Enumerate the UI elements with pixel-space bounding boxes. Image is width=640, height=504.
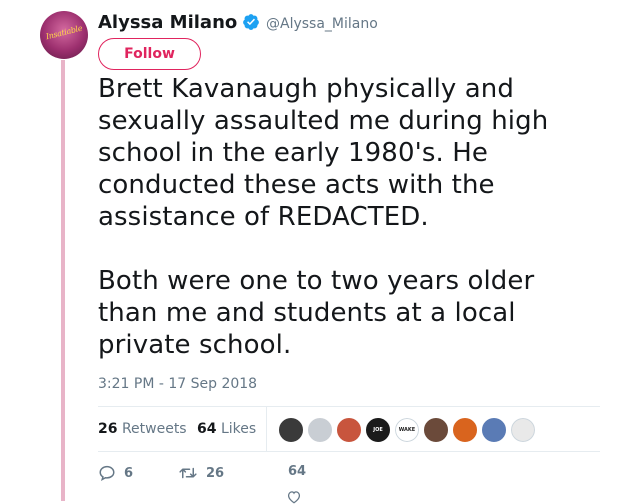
- retweet-action[interactable]: 26: [178, 464, 224, 488]
- follow-button[interactable]: Follow: [98, 38, 201, 70]
- liker-avatar[interactable]: JOE: [365, 417, 391, 443]
- avatar[interactable]: Insatiable: [40, 11, 88, 59]
- liker-avatar[interactable]: [423, 417, 449, 443]
- retweet-count: 26: [206, 465, 225, 481]
- retweets-count: 26: [98, 421, 118, 437]
- verified-badge-icon: [243, 14, 259, 30]
- retweets-label: Retweets: [121, 421, 187, 437]
- liker-avatar[interactable]: [278, 417, 304, 443]
- user-handle[interactable]: @Alyssa_Milano: [266, 16, 378, 32]
- retweets-stat[interactable]: 26 Retweets: [98, 421, 187, 437]
- liker-avatar[interactable]: [452, 417, 478, 443]
- reply-icon: [99, 465, 115, 482]
- tweet-paragraph-2: Both were one to two years older than me…: [98, 266, 535, 360]
- likes-stat[interactable]: 64 Likes: [197, 421, 256, 437]
- liker-avatar[interactable]: [510, 417, 536, 443]
- stats-row: 26 Retweets 64 Likes JOEWAKE UP: [98, 406, 600, 452]
- liker-avatar[interactable]: WAKE UP: [394, 417, 420, 443]
- reply-action[interactable]: 6: [98, 464, 133, 488]
- liker-avatar[interactable]: [336, 417, 362, 443]
- display-name[interactable]: Alyssa Milano: [98, 12, 237, 33]
- likes-count: 64: [197, 421, 217, 437]
- liker-avatar[interactable]: [307, 417, 333, 443]
- avatar-logo-text: Insatiable: [44, 23, 84, 42]
- like-count: 64: [288, 464, 307, 479]
- tweet-paragraph-1: Brett Kavanaugh physically and sexually …: [98, 74, 549, 232]
- stats-divider: [266, 407, 267, 451]
- tweet-text: Brett Kavanaugh physically and sexually …: [98, 73, 598, 393]
- liker-avatar[interactable]: [481, 417, 507, 443]
- like-action[interactable]: 64: [284, 464, 307, 504]
- reply-count: 6: [124, 465, 134, 481]
- tweet-timestamp[interactable]: 3:21 PM - 17 Sep 2018: [98, 376, 257, 392]
- retweet-icon: [179, 467, 197, 479]
- heart-icon: [287, 491, 301, 504]
- thread-line: [61, 60, 65, 501]
- likes-label: Likes: [220, 421, 257, 437]
